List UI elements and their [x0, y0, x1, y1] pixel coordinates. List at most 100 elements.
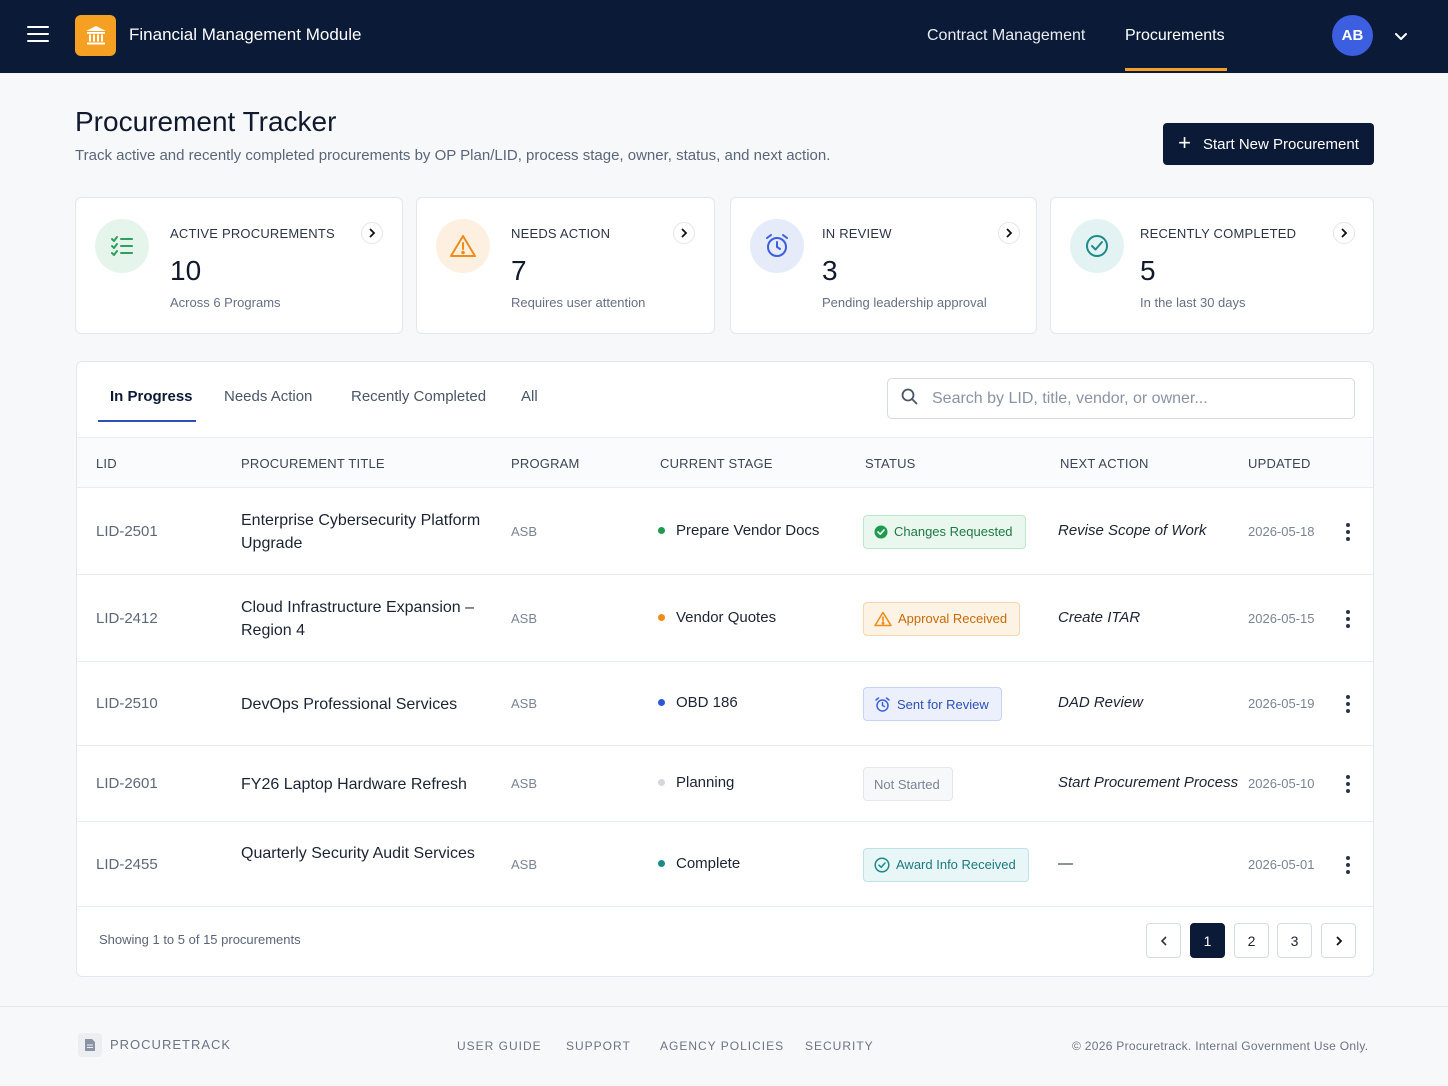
- chevron-right-icon[interactable]: [361, 222, 383, 244]
- tab-in-progress[interactable]: In Progress: [110, 388, 193, 405]
- user-avatar[interactable]: AB: [1332, 15, 1373, 56]
- alarm-clock-icon: [874, 696, 891, 713]
- stat-caption: Across 6 Programs: [170, 295, 281, 310]
- page-button-3[interactable]: 3: [1277, 923, 1312, 958]
- stat-label: NEEDS ACTION: [511, 226, 611, 241]
- stage-label: Planning: [676, 774, 735, 791]
- search-box[interactable]: [887, 378, 1355, 419]
- stage-cell: Complete: [658, 855, 740, 872]
- chevron-right-icon: [1334, 933, 1344, 949]
- column-header-lid[interactable]: LID: [96, 456, 117, 471]
- status-label: Changes Requested: [894, 524, 1013, 539]
- more-options-icon[interactable]: [1341, 609, 1355, 629]
- document-icon: [78, 1033, 102, 1057]
- next-page-button[interactable]: [1321, 923, 1356, 958]
- nav-procurements[interactable]: Procurements: [1125, 27, 1225, 45]
- previous-page-button[interactable]: [1146, 923, 1181, 958]
- active-tab-indicator: [98, 420, 196, 422]
- app-title: Financial Management Module: [129, 25, 362, 44]
- more-options-icon[interactable]: [1341, 774, 1355, 794]
- status-badge: Award Info Received: [863, 847, 1029, 882]
- column-header-title[interactable]: PROCUREMENT TITLE: [241, 456, 385, 471]
- nav-contract-management[interactable]: Contract Management: [927, 27, 1085, 45]
- procurement-title-cell[interactable]: Cloud Infrastructure Expansion – Region …: [241, 596, 491, 642]
- lid-cell[interactable]: LID-2510: [96, 695, 158, 712]
- stat-label: IN REVIEW: [822, 226, 892, 241]
- stat-label: ACTIVE PROCUREMENTS: [170, 226, 335, 241]
- stage-label: Prepare Vendor Docs: [676, 521, 820, 539]
- procurement-title-cell[interactable]: DevOps Professional Services: [241, 693, 491, 716]
- column-header-program[interactable]: PROGRAM: [511, 456, 580, 471]
- hamburger-menu-icon[interactable]: [27, 26, 49, 44]
- table-row[interactable]: LID-2501 Enterprise Cybersecurity Platfo…: [77, 488, 1373, 575]
- table-row[interactable]: LID-2601 FY26 Laptop Hardware Refresh AS…: [77, 746, 1373, 822]
- page-button-2[interactable]: 2: [1234, 923, 1269, 958]
- footer-link-security[interactable]: SECURITY: [805, 1039, 874, 1053]
- stage-cell: OBD 186: [658, 694, 738, 711]
- stat-value: 10: [170, 255, 202, 286]
- stat-card-in-review[interactable]: IN REVIEW 3 Pending leadership approval: [730, 197, 1037, 334]
- status-badge: Not Started: [863, 767, 953, 801]
- program-cell: ASB: [511, 523, 538, 539]
- status-label: Award Info Received: [896, 857, 1016, 872]
- stage-dot: [658, 699, 665, 706]
- search-icon: [901, 388, 918, 410]
- checklist-icon: [95, 219, 149, 273]
- stage-dot: [658, 859, 665, 867]
- table-row[interactable]: LID-2455 Quarterly Security Audit Servic…: [77, 822, 1373, 907]
- tab-all[interactable]: All: [521, 388, 538, 405]
- alarm-clock-icon: [750, 219, 804, 273]
- stat-card-recently-completed[interactable]: RECENTLY COMPLETED 5 In the last 30 days: [1050, 197, 1374, 334]
- top-navigation-bar: Financial Management Module Contract Man…: [0, 0, 1448, 73]
- column-header-status[interactable]: STATUS: [865, 456, 916, 471]
- check-circle-icon: [874, 856, 890, 873]
- table-row[interactable]: LID-2510 DevOps Professional Services AS…: [77, 662, 1373, 746]
- updated-date-cell: 2026-05-10: [1248, 776, 1315, 791]
- bank-building-icon: [75, 15, 116, 56]
- start-new-procurement-button[interactable]: + Start New Procurement: [1163, 123, 1374, 165]
- column-header-stage[interactable]: CURRENT STAGE: [660, 456, 773, 471]
- program-cell: ASB: [511, 776, 538, 791]
- more-options-icon[interactable]: [1341, 522, 1355, 542]
- procurement-title-cell[interactable]: Enterprise Cybersecurity Platform Upgrad…: [241, 509, 491, 555]
- stage-dot: [658, 613, 665, 621]
- more-options-icon[interactable]: [1341, 855, 1355, 875]
- footer-link-agency-policies[interactable]: AGENCY POLICIES: [660, 1039, 784, 1053]
- page-title: Procurement Tracker: [75, 106, 337, 137]
- program-cell: ASB: [511, 610, 538, 626]
- chevron-left-icon: [1159, 933, 1169, 949]
- stage-dot: [658, 526, 665, 534]
- pagination-summary: Showing 1 to 5 of 15 procurements: [99, 932, 301, 947]
- next-action-cell: Revise Scope of Work: [1058, 521, 1207, 539]
- table-row[interactable]: LID-2412 Cloud Infrastructure Expansion …: [77, 575, 1373, 662]
- lid-cell[interactable]: LID-2455: [96, 856, 158, 873]
- tab-needs-action[interactable]: Needs Action: [224, 388, 312, 405]
- stat-card-needs-action[interactable]: NEEDS ACTION 7 Requires user attention: [416, 197, 715, 334]
- stat-caption: Pending leadership approval: [822, 295, 987, 310]
- stage-cell: Vendor Quotes: [658, 609, 776, 626]
- stat-caption: Requires user attention: [511, 295, 646, 310]
- search-input[interactable]: [932, 389, 1332, 408]
- footer-link-user-guide[interactable]: USER GUIDE: [457, 1039, 542, 1053]
- procurement-title-cell[interactable]: FY26 Laptop Hardware Refresh: [241, 773, 491, 796]
- column-header-next-action[interactable]: NEXT ACTION: [1060, 456, 1149, 471]
- footer-link-support[interactable]: SUPPORT: [566, 1039, 631, 1053]
- stage-label: OBD 186: [676, 694, 738, 711]
- chevron-right-icon[interactable]: [998, 222, 1020, 244]
- page-button-1[interactable]: 1: [1190, 923, 1225, 958]
- next-action-cell: Start Procurement Process: [1058, 774, 1239, 791]
- chevron-right-icon[interactable]: [1333, 222, 1355, 244]
- procurement-title-cell[interactable]: Quarterly Security Audit Services: [241, 842, 491, 865]
- lid-cell[interactable]: LID-2412: [96, 610, 158, 627]
- stat-caption: In the last 30 days: [1140, 295, 1246, 310]
- chevron-down-icon[interactable]: [1393, 28, 1409, 44]
- stat-value: 3: [822, 255, 838, 286]
- status-badge: Changes Requested: [863, 514, 1026, 549]
- lid-cell[interactable]: LID-2601: [96, 775, 158, 792]
- tab-recently-completed[interactable]: Recently Completed: [351, 388, 486, 405]
- column-header-updated[interactable]: UPDATED: [1248, 456, 1311, 471]
- chevron-right-icon[interactable]: [673, 222, 695, 244]
- more-options-icon[interactable]: [1341, 694, 1355, 714]
- stat-card-active-procurements[interactable]: ACTIVE PROCUREMENTS 10 Across 6 Programs: [75, 197, 403, 334]
- lid-cell[interactable]: LID-2501: [96, 523, 158, 540]
